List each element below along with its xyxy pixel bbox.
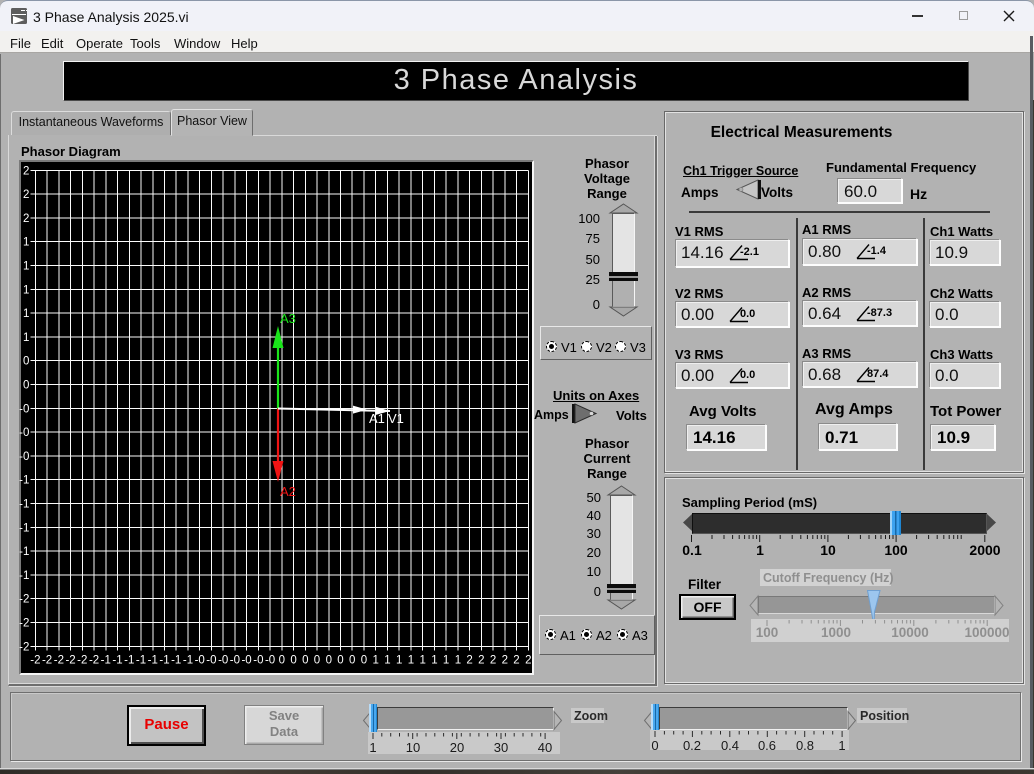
svg-text:0: 0 (326, 654, 332, 666)
svg-text:1: 1 (431, 654, 437, 666)
svg-text:0: 0 (23, 380, 29, 392)
svg-text:1: 1 (23, 308, 29, 320)
svg-text:-1: -1 (19, 570, 29, 582)
svg-text:0: 0 (337, 654, 343, 666)
svg-text:1: 1 (408, 654, 414, 666)
svg-text:1: 1 (443, 654, 449, 666)
svg-text:0: 0 (314, 654, 320, 666)
svg-text:0: 0 (290, 654, 296, 666)
svg-text:-2: -2 (89, 654, 99, 666)
svg-text:-2: -2 (19, 594, 29, 606)
svg-text:-2: -2 (19, 618, 29, 630)
svg-text:-1: -1 (136, 654, 146, 666)
svg-text:-1: -1 (19, 499, 29, 511)
svg-text:-1: -1 (101, 654, 111, 666)
svg-text:2: 2 (513, 654, 519, 666)
svg-text:-0: -0 (265, 654, 275, 666)
svg-text:-0: -0 (195, 654, 205, 666)
svg-text:1: 1 (23, 332, 29, 344)
svg-text:A2: A2 (280, 484, 296, 499)
svg-text:1: 1 (396, 654, 402, 666)
svg-text:-2: -2 (65, 654, 75, 666)
svg-text:-1: -1 (171, 654, 181, 666)
svg-text:-2: -2 (30, 654, 40, 666)
svg-text:-2: -2 (42, 654, 52, 666)
svg-text:A3: A3 (280, 311, 296, 326)
svg-text:-1: -1 (112, 654, 122, 666)
svg-text:2: 2 (466, 654, 472, 666)
svg-text:2: 2 (490, 654, 496, 666)
svg-text:-0: -0 (218, 654, 228, 666)
svg-text:-1: -1 (124, 654, 134, 666)
svg-text:-2: -2 (54, 654, 64, 666)
svg-text:-1: -1 (19, 475, 29, 487)
svg-text:2: 2 (23, 189, 29, 201)
svg-text:-1: -1 (159, 654, 169, 666)
svg-text:V1: V1 (388, 411, 404, 426)
svg-text:-1: -1 (183, 654, 193, 666)
svg-text:-2: -2 (77, 654, 87, 666)
svg-text:1: 1 (23, 261, 29, 273)
svg-text:-0: -0 (19, 427, 29, 439)
svg-text:1: 1 (372, 654, 378, 666)
svg-text:1: 1 (384, 654, 390, 666)
svg-text:-0: -0 (19, 451, 29, 463)
svg-text:-1: -1 (19, 522, 29, 534)
svg-text:-1: -1 (19, 546, 29, 558)
svg-text:-0: -0 (206, 654, 216, 666)
svg-text:1: 1 (455, 654, 461, 666)
svg-text:-1: -1 (148, 654, 158, 666)
svg-text:2: 2 (525, 654, 531, 666)
svg-text:2: 2 (23, 213, 29, 225)
svg-text:1: 1 (23, 284, 29, 296)
svg-text:0: 0 (302, 654, 308, 666)
svg-text:0: 0 (23, 356, 29, 368)
svg-text:1: 1 (23, 237, 29, 249)
svg-text:2: 2 (502, 654, 508, 666)
svg-text:-2: -2 (19, 641, 29, 653)
svg-text:-0: -0 (19, 403, 29, 415)
svg-text:-0: -0 (230, 654, 240, 666)
svg-text:2: 2 (478, 654, 484, 666)
svg-text:-0: -0 (253, 654, 263, 666)
svg-text:A1: A1 (369, 411, 385, 426)
svg-text:2: 2 (23, 165, 29, 177)
svg-text:0: 0 (279, 654, 285, 666)
svg-text:0: 0 (361, 654, 367, 666)
svg-text:1: 1 (419, 654, 425, 666)
svg-text:0: 0 (349, 654, 355, 666)
svg-text:-0: -0 (241, 654, 251, 666)
